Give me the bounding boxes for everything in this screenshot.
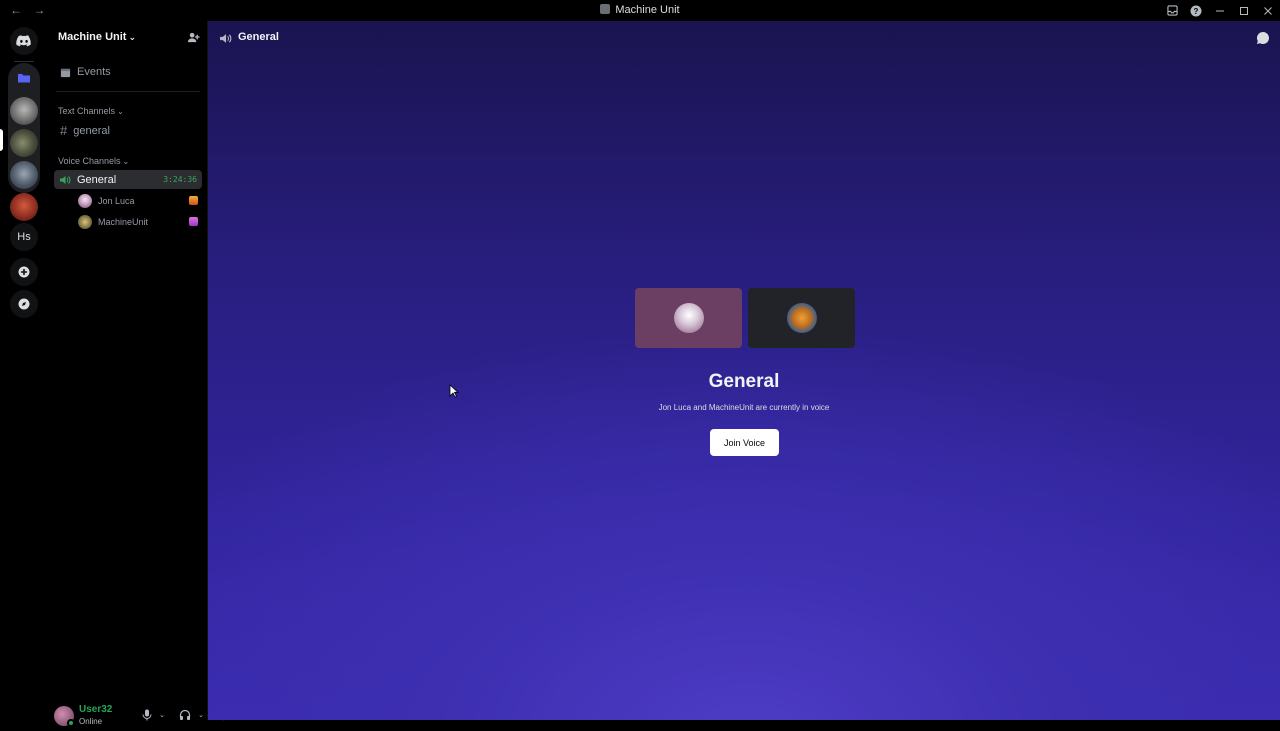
maximize-icon[interactable]: [1232, 0, 1256, 21]
chevron-down-icon: ⌄: [128, 32, 136, 42]
chevron-down-icon: ⌄: [117, 107, 124, 116]
avatar: [673, 303, 704, 333]
calendar-icon: [60, 68, 71, 77]
speaker-icon: [60, 175, 71, 184]
voice-user-machineunit[interactable]: MachineUnit: [78, 214, 198, 230]
user-name[interactable]: User32: [79, 704, 112, 715]
channel-general[interactable]: # general: [60, 123, 110, 138]
plus-icon: [18, 266, 30, 278]
activity-badge-icon: [189, 196, 198, 205]
compass-icon: [18, 298, 30, 310]
voice-channel-subtitle: Jon Luca and MachineUnit are currently i…: [658, 403, 830, 412]
avatar: [78, 194, 92, 208]
voice-timer: 3:24:36: [163, 175, 197, 184]
microphone-options-chevron-icon[interactable]: ⌄: [158, 707, 166, 723]
avatar: [786, 303, 817, 333]
voice-channel-general[interactable]: General 3:24:36: [54, 170, 202, 189]
category-text-channels[interactable]: Text Channels ⌄: [58, 106, 124, 116]
voice-user-name: MachineUnit: [98, 217, 149, 227]
server-icon-monkey[interactable]: [10, 97, 38, 125]
server-hs-label: Hs: [17, 231, 31, 243]
events-item[interactable]: Events: [60, 66, 111, 78]
server-icon-machine-unit[interactable]: [10, 129, 38, 157]
server-icon: [600, 4, 611, 14]
server-icon-hs[interactable]: Hs: [10, 223, 38, 251]
minimize-icon[interactable]: [1208, 0, 1232, 21]
channel-sidebar: Machine Unit ⌄ Events Text Channels ⌄ # ge…: [48, 21, 228, 727]
discord-logo-icon: [16, 35, 31, 47]
server-folder[interactable]: [8, 63, 40, 193]
server-icon-robot[interactable]: [10, 161, 38, 189]
voice-channel-view: General General Jon Luca and MachineUnit…: [208, 21, 1280, 720]
discord-home-button[interactable]: [10, 27, 38, 55]
category-voice-channels[interactable]: Voice Channels ⌄: [58, 156, 129, 166]
participant-tile-jon-luca[interactable]: [635, 288, 742, 348]
join-voice-button[interactable]: Join Voice: [710, 429, 779, 456]
svg-text:?: ?: [1194, 7, 1199, 16]
inbox-icon[interactable]: [1160, 0, 1184, 21]
server-header[interactable]: Machine Unit ⌄: [48, 21, 208, 55]
user-status: Online: [79, 717, 103, 726]
events-label: Events: [77, 66, 111, 78]
window-title: Machine Unit: [0, 4, 1280, 16]
headphones-options-chevron-icon[interactable]: ⌄: [197, 707, 205, 723]
rail-separator: [14, 61, 34, 62]
headphones-icon: [179, 709, 191, 720]
chevron-down-icon: ⌄: [122, 157, 130, 166]
category-text-label: Text Channels: [58, 106, 116, 116]
voice-channel-name: General: [77, 173, 117, 186]
close-icon[interactable]: [1256, 0, 1280, 21]
hash-icon: #: [60, 123, 68, 138]
online-status-icon: [67, 719, 75, 727]
window-controls: ?: [1160, 0, 1280, 21]
chat-icon[interactable]: [1256, 31, 1270, 45]
add-server-button[interactable]: [10, 258, 38, 286]
help-icon[interactable]: ?: [1184, 0, 1208, 21]
channel-title: General: [238, 31, 279, 43]
voice-channel-heading: General: [708, 371, 780, 392]
voice-user-name: Jon Luca: [98, 196, 135, 206]
channel-header: General: [208, 21, 1280, 55]
voice-user-jon-luca[interactable]: Jon Luca: [78, 193, 198, 209]
channel-general-label: general: [73, 124, 110, 137]
title-bar: ← → Machine Unit ?: [0, 0, 1280, 21]
headphones-button[interactable]: [177, 707, 193, 723]
explore-servers-button[interactable]: [10, 290, 38, 318]
server-name[interactable]: Machine Unit ⌄: [58, 31, 136, 43]
mouse-cursor-icon: [449, 384, 459, 398]
invite-people-icon[interactable]: [187, 31, 200, 44]
server-rail: Hs: [0, 21, 48, 720]
avatar: [78, 215, 92, 229]
speaker-icon: [220, 34, 232, 43]
sidebar-divider: [56, 91, 200, 92]
server-name-text: Machine Unit: [58, 31, 127, 43]
microphone-icon: [142, 709, 152, 721]
microphone-button[interactable]: [139, 707, 155, 723]
server-icon-red[interactable]: [10, 193, 38, 221]
window-title-text: Machine Unit: [615, 4, 680, 16]
folder-icon: [18, 74, 30, 83]
activity-badge-icon: [189, 217, 198, 226]
active-server-pill: [0, 129, 3, 151]
participant-tile-machineunit[interactable]: [748, 288, 855, 348]
category-voice-label: Voice Channels: [58, 156, 121, 166]
